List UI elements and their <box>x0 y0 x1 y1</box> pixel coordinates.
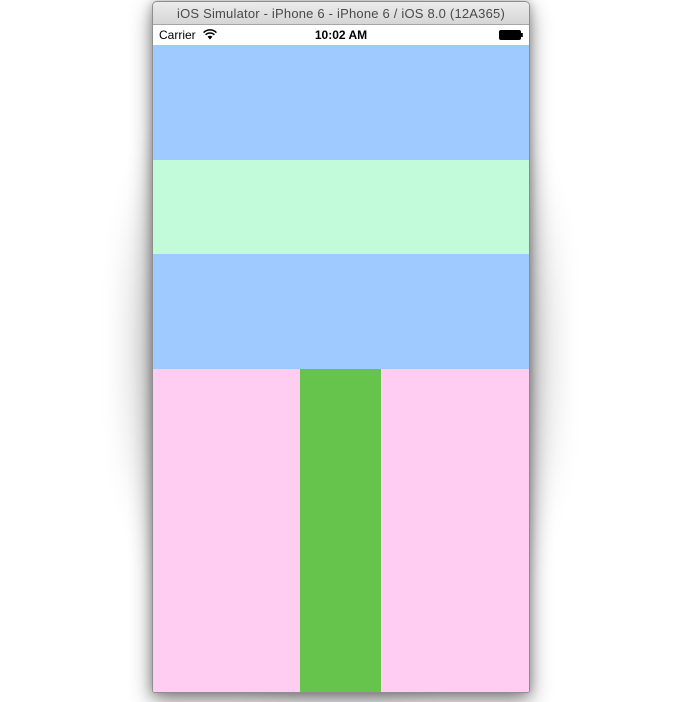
middle-mint-view <box>153 160 529 254</box>
desktop: iOS Simulator - iPhone 6 - iPhone 6 / iO… <box>0 0 689 702</box>
window-titlebar[interactable]: iOS Simulator - iPhone 6 - iPhone 6 / iO… <box>153 2 529 25</box>
status-bar: Carrier 10:02 AM <box>153 25 529 45</box>
simulator-window: iOS Simulator - iPhone 6 - iPhone 6 / iO… <box>152 1 530 693</box>
battery-icon <box>499 30 523 40</box>
window-title: iOS Simulator - iPhone 6 - iPhone 6 / iO… <box>176 5 506 21</box>
status-time: 10:02 AM <box>314 28 368 42</box>
device-screen: Carrier 10:02 AM <box>153 25 529 692</box>
lower-blue-view <box>153 254 529 369</box>
center-green-column-view <box>300 369 381 692</box>
top-blue-view <box>153 45 529 160</box>
